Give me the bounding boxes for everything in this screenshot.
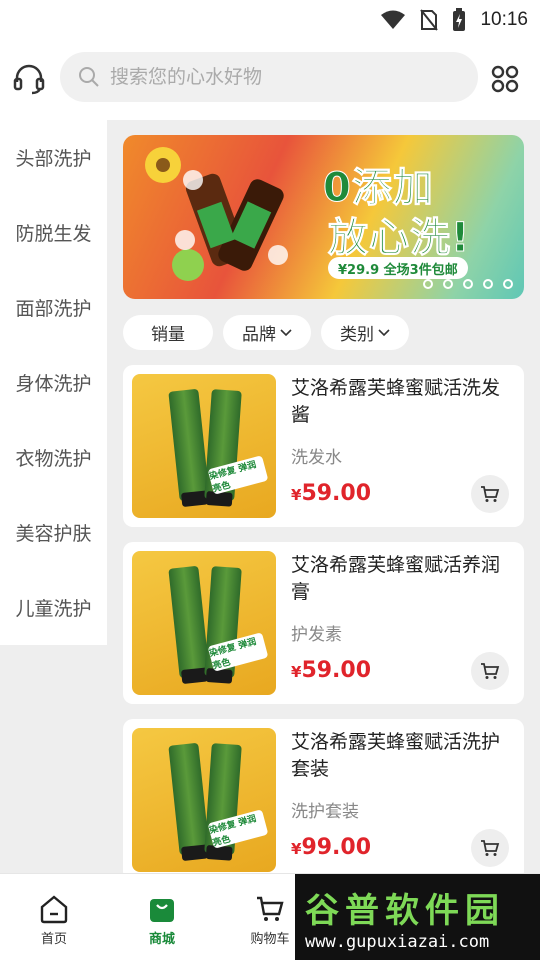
product-area: 0添加 放心洗! ¥29.9 全场3件包邮 销量 品牌 类别 染修复 弹润亮色 …	[107, 120, 540, 873]
product-image: 染修复 弹润亮色	[132, 728, 276, 872]
search-bar[interactable]	[60, 52, 478, 102]
currency-symbol: ¥	[291, 663, 302, 681]
pagination-dot[interactable]	[443, 279, 453, 289]
add-to-cart-button[interactable]	[471, 829, 509, 867]
promo-banner[interactable]: 0添加 放心洗! ¥29.9 全场3件包邮	[123, 135, 524, 299]
status-time: 10:16	[480, 9, 528, 30]
search-icon	[79, 67, 99, 87]
cart-icon	[481, 840, 500, 856]
product-card[interactable]: 染修复 弹润亮色 艾洛希露芙蜂蜜赋活洗护套装 洗护套装 ¥99.00	[123, 719, 524, 873]
no-sim-icon	[420, 9, 439, 31]
currency-symbol: ¥	[291, 840, 302, 858]
wifi-icon	[381, 10, 406, 29]
pagination-dot[interactable]	[463, 279, 473, 289]
pagination-dot[interactable]	[483, 279, 493, 289]
product-category: 洗发水	[291, 448, 342, 468]
category-grid-icon[interactable]	[490, 64, 520, 94]
filter-sales-label: 销量	[151, 325, 185, 345]
cart-icon	[257, 896, 284, 921]
shopping-bag-icon	[150, 899, 174, 922]
banner-bottles-image	[145, 147, 288, 281]
sidebar-item-head-care[interactable]: 头部洗护	[0, 120, 107, 195]
watermark-brand: 谷普软件园	[305, 890, 505, 931]
product-price: ¥59.00	[291, 658, 371, 683]
chevron-down-icon	[378, 328, 390, 336]
cart-icon	[481, 663, 500, 679]
price-value: 99.00	[301, 835, 372, 860]
tab-mall-label: 商城	[148, 932, 175, 947]
search-input[interactable]	[110, 66, 410, 88]
header	[0, 52, 540, 104]
sidebar-item-laundry-care[interactable]: 衣物洗护	[0, 420, 107, 495]
add-to-cart-button[interactable]	[471, 475, 509, 513]
tab-home-label: 首页	[40, 932, 67, 947]
chevron-down-icon	[280, 328, 292, 336]
customer-service-icon[interactable]	[12, 62, 46, 96]
status-bar: 10:16	[0, 0, 540, 40]
tab-cart-label: 购物车	[250, 932, 290, 947]
currency-symbol: ¥	[291, 486, 302, 504]
filter-brand-button[interactable]: 品牌	[223, 315, 311, 350]
sidebar-item-anti-hair-loss[interactable]: 防脱生发	[0, 195, 107, 270]
filter-category-label: 类别	[340, 325, 374, 345]
pagination-dot[interactable]	[503, 279, 513, 289]
filter-category-button[interactable]: 类别	[321, 315, 409, 350]
cart-icon	[481, 486, 500, 502]
price-value: 59.00	[301, 658, 372, 683]
add-to-cart-button[interactable]	[471, 652, 509, 690]
product-title: 艾洛希露芙蜂蜜赋活洗发酱	[291, 377, 501, 426]
product-card[interactable]: 染修复 弹润亮色 艾洛希露芙蜂蜜赋活洗发酱 洗发水 ¥59.00	[123, 365, 524, 527]
banner-pagination	[423, 279, 513, 289]
watermark-url: www.gupuxiazai.com	[305, 931, 490, 952]
filter-bar: 销量 品牌 类别	[123, 315, 409, 350]
product-price: ¥59.00	[291, 481, 371, 506]
battery-charging-icon	[453, 8, 466, 31]
product-price: ¥99.00	[291, 835, 371, 860]
watermark: 谷普软件园 www.gupuxiazai.com	[295, 874, 540, 960]
sidebar-filler	[0, 645, 107, 873]
product-title: 艾洛希露芙蜂蜜赋活养润膏	[291, 554, 501, 603]
product-category: 护发素	[291, 625, 342, 645]
home-icon	[40, 895, 68, 924]
product-category: 洗护套装	[291, 802, 359, 822]
banner-headline-2: 放心洗!	[327, 215, 471, 262]
sidebar-item-face-care[interactable]: 面部洗护	[0, 270, 107, 345]
product-image: 染修复 弹润亮色	[132, 374, 276, 518]
product-image: 染修复 弹润亮色	[132, 551, 276, 695]
sidebar-item-kids-care[interactable]: 儿童洗护	[0, 570, 107, 645]
filter-sales-button[interactable]: 销量	[123, 315, 213, 350]
pagination-dot[interactable]	[423, 279, 433, 289]
product-card[interactable]: 染修复 弹润亮色 艾洛希露芙蜂蜜赋活养润膏 护发素 ¥59.00	[123, 542, 524, 704]
sidebar-item-body-care[interactable]: 身体洗护	[0, 345, 107, 420]
product-title: 艾洛希露芙蜂蜜赋活洗护套装	[291, 731, 501, 780]
banner-price-strip: ¥29.9 全场3件包邮	[328, 257, 468, 279]
category-sidebar: 头部洗护 防脱生发 面部洗护 身体洗护 衣物洗护 美容护肤 儿童洗护	[0, 120, 107, 645]
tab-home[interactable]: 首页	[0, 874, 108, 960]
price-value: 59.00	[301, 481, 372, 506]
sidebar-item-beauty-skincare[interactable]: 美容护肤	[0, 495, 107, 570]
tab-mall[interactable]: 商城	[108, 874, 216, 960]
filter-brand-label: 品牌	[242, 325, 276, 345]
